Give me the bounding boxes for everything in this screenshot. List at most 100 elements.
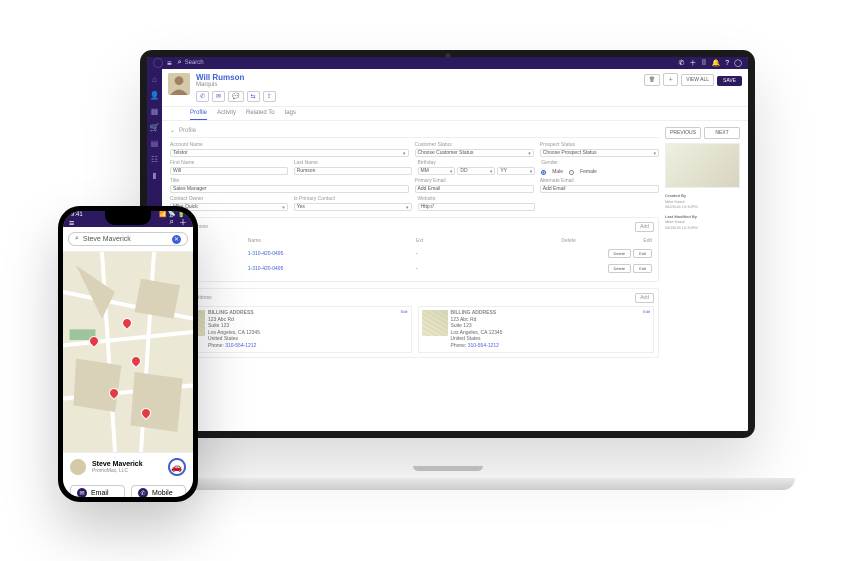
add-icon[interactable]: ＋ — [689, 58, 696, 68]
directions-fab-icon[interactable]: 🚗 — [168, 458, 186, 476]
birthday-dd[interactable]: DD — [457, 167, 495, 175]
customer-status-select[interactable]: Choose Customer Status — [415, 149, 534, 157]
address-phone-label: Phone: — [451, 343, 467, 349]
primary-email-input[interactable]: Add Email — [415, 185, 534, 193]
phone-number-link[interactable]: 1-310-420-0495 — [248, 247, 414, 260]
side-panel: PREVIOUS NEXT Created By Mike Kasul 08/2… — [665, 127, 740, 425]
laptop-device: ≡ ⌕ Search ✆ ＋ ⠿ 🔔 ? ◯ ⌂ 👤 — [140, 50, 755, 478]
nav-calendar-icon[interactable]: ☷ — [151, 155, 158, 164]
laptop-bezel: ≡ ⌕ Search ✆ ＋ ⠿ 🔔 ? ◯ ⌂ 👤 — [140, 50, 755, 438]
nav-files-icon[interactable]: ▤ — [151, 139, 159, 148]
nav-orders-icon[interactable]: 🛒 — [150, 123, 160, 132]
address-add-button[interactable]: Add — [635, 293, 654, 303]
address-section: Contact Address Add Edit BILL — [170, 288, 659, 358]
phone-edit-button[interactable]: Edit — [633, 264, 652, 273]
save-button[interactable]: SAVE — [717, 76, 742, 86]
gender-male-radio[interactable] — [541, 170, 546, 175]
next-button[interactable]: NEXT — [704, 127, 740, 139]
add-button[interactable]: ＋ — [663, 73, 678, 86]
website-input[interactable]: Http:// — [418, 203, 536, 211]
phone-email-button[interactable]: ✉ Email — [70, 485, 125, 497]
phone-add-button[interactable]: Add — [635, 222, 654, 232]
map-pin-icon[interactable] — [122, 318, 132, 328]
search-input[interactable]: Search — [185, 60, 679, 66]
col-name: Name — [248, 237, 414, 245]
tab-profile[interactable]: Profile — [190, 110, 207, 120]
menu-icon[interactable]: ≡ — [167, 59, 172, 68]
action-transfer-icon[interactable]: ⇆ — [247, 91, 260, 102]
nav-accounts-icon[interactable]: ▦ — [151, 107, 159, 116]
phone-menu-icon[interactable]: ≡ — [69, 218, 74, 228]
alternate-email-input[interactable]: Add Email — [540, 185, 659, 193]
last-name-label: Last Name — [294, 160, 412, 166]
address-edit-link[interactable]: Edit — [643, 309, 650, 314]
laptop-base — [100, 478, 795, 490]
phone-mobile-button[interactable]: ✆ Mobile — [131, 485, 186, 497]
action-mail-icon[interactable]: ✉ — [212, 91, 225, 102]
tab-tags[interactable]: tags — [285, 110, 296, 120]
birthday-mm[interactable]: MM — [418, 167, 456, 175]
apps-icon[interactable]: ⠿ — [701, 59, 706, 67]
phone-ext: - — [416, 247, 450, 260]
map-pin-icon[interactable] — [141, 408, 151, 418]
nav-reports-icon[interactable]: ▮ — [152, 171, 156, 180]
map-pin-icon[interactable] — [89, 336, 99, 346]
created-by-name: Mike Kasul — [665, 199, 685, 204]
gender-female-radio[interactable] — [569, 170, 574, 175]
tab-related[interactable]: Related To — [246, 110, 275, 120]
is-primary-select[interactable]: Yes — [294, 203, 412, 211]
address-phone-link[interactable]: 310-554-1212 — [468, 343, 499, 349]
dial-icon[interactable]: ✆ — [679, 59, 685, 67]
action-share-icon[interactable]: ⇪ — [263, 91, 276, 102]
address-phone-link[interactable]: 310-554-1212 — [225, 343, 256, 349]
previous-button[interactable]: PREVIOUS — [665, 127, 701, 139]
map-pin-icon[interactable] — [109, 388, 119, 398]
website-label: Website — [418, 196, 536, 202]
action-chat-icon[interactable]: 💬 — [228, 91, 243, 102]
tab-activity[interactable]: Activity — [217, 110, 236, 120]
phone-search-bar: ⌕ Steve Maverick ✕ — [63, 227, 193, 252]
nav-contacts-icon[interactable]: 👤 — [150, 91, 160, 100]
side-map — [665, 143, 740, 188]
prospect-status-select[interactable]: Choose Prospect Status — [540, 149, 659, 157]
phone-add-icon[interactable]: ＋ — [179, 217, 187, 228]
search-icon: ⌕ — [75, 235, 79, 243]
last-name-input[interactable]: Rumson — [294, 167, 412, 175]
phone-number-link[interactable]: 1-310-420-0495 — [248, 262, 414, 275]
map-pin-icon[interactable] — [131, 356, 141, 366]
created-by-label: Created By — [665, 193, 686, 198]
account-name-select[interactable]: Telstor — [170, 149, 409, 157]
phone-ext: - — [416, 262, 450, 275]
delete-icon[interactable]: 🗑 — [644, 74, 660, 86]
bell-icon[interactable]: 🔔 — [712, 59, 721, 67]
phone-search-input[interactable]: ⌕ Steve Maverick ✕ — [68, 232, 188, 246]
help-icon[interactable]: ? — [725, 60, 729, 67]
app-logo-icon — [153, 58, 163, 68]
first-name-input[interactable]: Will — [170, 167, 288, 175]
app-topbar: ≡ ⌕ Search ✆ ＋ ⠿ 🔔 ? ◯ — [147, 57, 748, 69]
title-input[interactable]: Sales Manager — [170, 185, 409, 193]
user-icon[interactable]: ◯ — [734, 59, 742, 67]
phone-delete-button[interactable]: Delete — [608, 264, 632, 273]
is-primary-label: Is Primary Contact — [294, 196, 412, 202]
tabs: Profile Activity Related To tags — [162, 107, 748, 121]
col-edit: Edit — [578, 237, 652, 245]
action-call-icon[interactable]: ✆ — [196, 91, 209, 102]
profile-section-title: Profile — [179, 128, 196, 134]
contact-owner-label: Contact Owner — [170, 196, 288, 202]
birthday-yy[interactable]: YY — [497, 167, 535, 175]
laptop-hinge — [413, 466, 483, 471]
phone-map[interactable] — [63, 252, 193, 452]
search-icon[interactable]: ⌕ — [178, 59, 182, 67]
first-name-label: First Name — [170, 160, 288, 166]
clear-search-icon[interactable]: ✕ — [172, 235, 181, 244]
phone-search-icon[interactable]: ⌕ — [170, 217, 174, 228]
phone-edit-button[interactable]: Edit — [633, 249, 652, 258]
modified-by-label: Last Modified By — [665, 214, 697, 219]
viewall-button[interactable]: VIEW ALL — [681, 74, 714, 86]
profile-section-header[interactable]: ⌄ Profile — [170, 127, 659, 138]
phone-delete-button[interactable]: Delete — [608, 249, 632, 258]
nav-home-icon[interactable]: ⌂ — [152, 75, 157, 84]
phone-contact-row[interactable]: Steve Maverick PromoMax, LLC 🚗 — [63, 453, 193, 481]
address-edit-link[interactable]: Edit — [401, 309, 408, 314]
